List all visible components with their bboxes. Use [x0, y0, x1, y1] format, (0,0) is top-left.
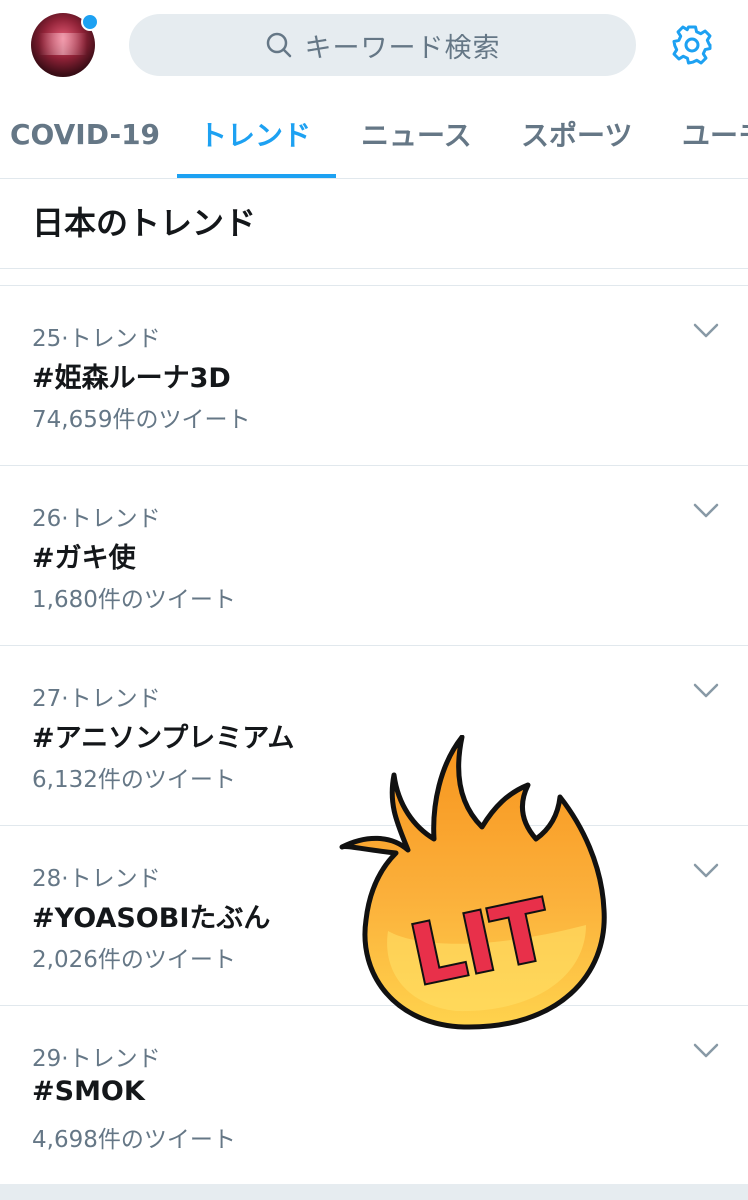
trend-name[interactable]: #SMOK: [32, 1076, 145, 1107]
trend-name[interactable]: #YOASOBIたぶん: [32, 896, 270, 935]
chevron-down-icon[interactable]: [693, 503, 719, 519]
tab-trends[interactable]: トレンド: [199, 90, 311, 178]
chevron-down-icon[interactable]: [693, 683, 719, 699]
notification-dot: [81, 13, 99, 31]
chevron-down-icon[interactable]: [693, 1043, 719, 1059]
trend-rank: 27·トレンド: [32, 686, 161, 712]
trend-item-25[interactable]: 25·トレンド #姫森ルーナ3D 74,659件のツイート: [0, 286, 748, 466]
tab-humor[interactable]: ユーモ: [682, 90, 748, 178]
trend-name[interactable]: #アニソンプレミアム: [32, 716, 294, 755]
trend-rank: 26·トレンド: [32, 506, 161, 532]
active-tab-indicator: [177, 174, 336, 178]
chevron-down-icon[interactable]: [693, 863, 719, 879]
trend-item-26[interactable]: 26·トレンド #ガキ使 1,680件のツイート: [0, 466, 748, 646]
trend-tweet-count: 2,026件のツイート: [32, 947, 236, 973]
bottom-edge: [0, 1184, 748, 1200]
search-placeholder: キーワード検索: [304, 32, 501, 64]
divider: [0, 268, 748, 269]
search-icon: [265, 31, 293, 59]
trend-tweet-count: 1,680件のツイート: [32, 587, 236, 613]
chevron-down-icon[interactable]: [693, 323, 719, 339]
search-input[interactable]: キーワード検索: [129, 14, 636, 76]
avatar-photo: [39, 33, 87, 55]
lit-flame-sticker: LIT: [339, 735, 607, 1030]
trend-rank: 28·トレンド: [32, 866, 161, 892]
trend-rank: 29·トレンド: [32, 1046, 161, 1072]
top-bar: キーワード検索: [0, 0, 748, 90]
trend-tweet-count: 74,659件のツイート: [32, 407, 251, 433]
gear-icon[interactable]: [670, 23, 714, 67]
trend-tweet-count: 6,132件のツイート: [32, 767, 236, 793]
tab-covid-19[interactable]: COVID-19: [10, 90, 160, 178]
tab-sports[interactable]: スポーツ: [521, 90, 632, 178]
trend-name[interactable]: #姫森ルーナ3D: [32, 356, 231, 395]
trend-tweet-count: 4,698件のツイート: [32, 1127, 236, 1153]
tab-bar: COVID-19 トレンド ニュース スポーツ ユーモ: [0, 90, 748, 179]
trend-name[interactable]: #ガキ使: [32, 536, 136, 575]
trend-rank: 25·トレンド: [32, 326, 161, 352]
tab-news[interactable]: ニュース: [361, 90, 472, 178]
section-title: 日本のトレンド: [32, 204, 257, 242]
